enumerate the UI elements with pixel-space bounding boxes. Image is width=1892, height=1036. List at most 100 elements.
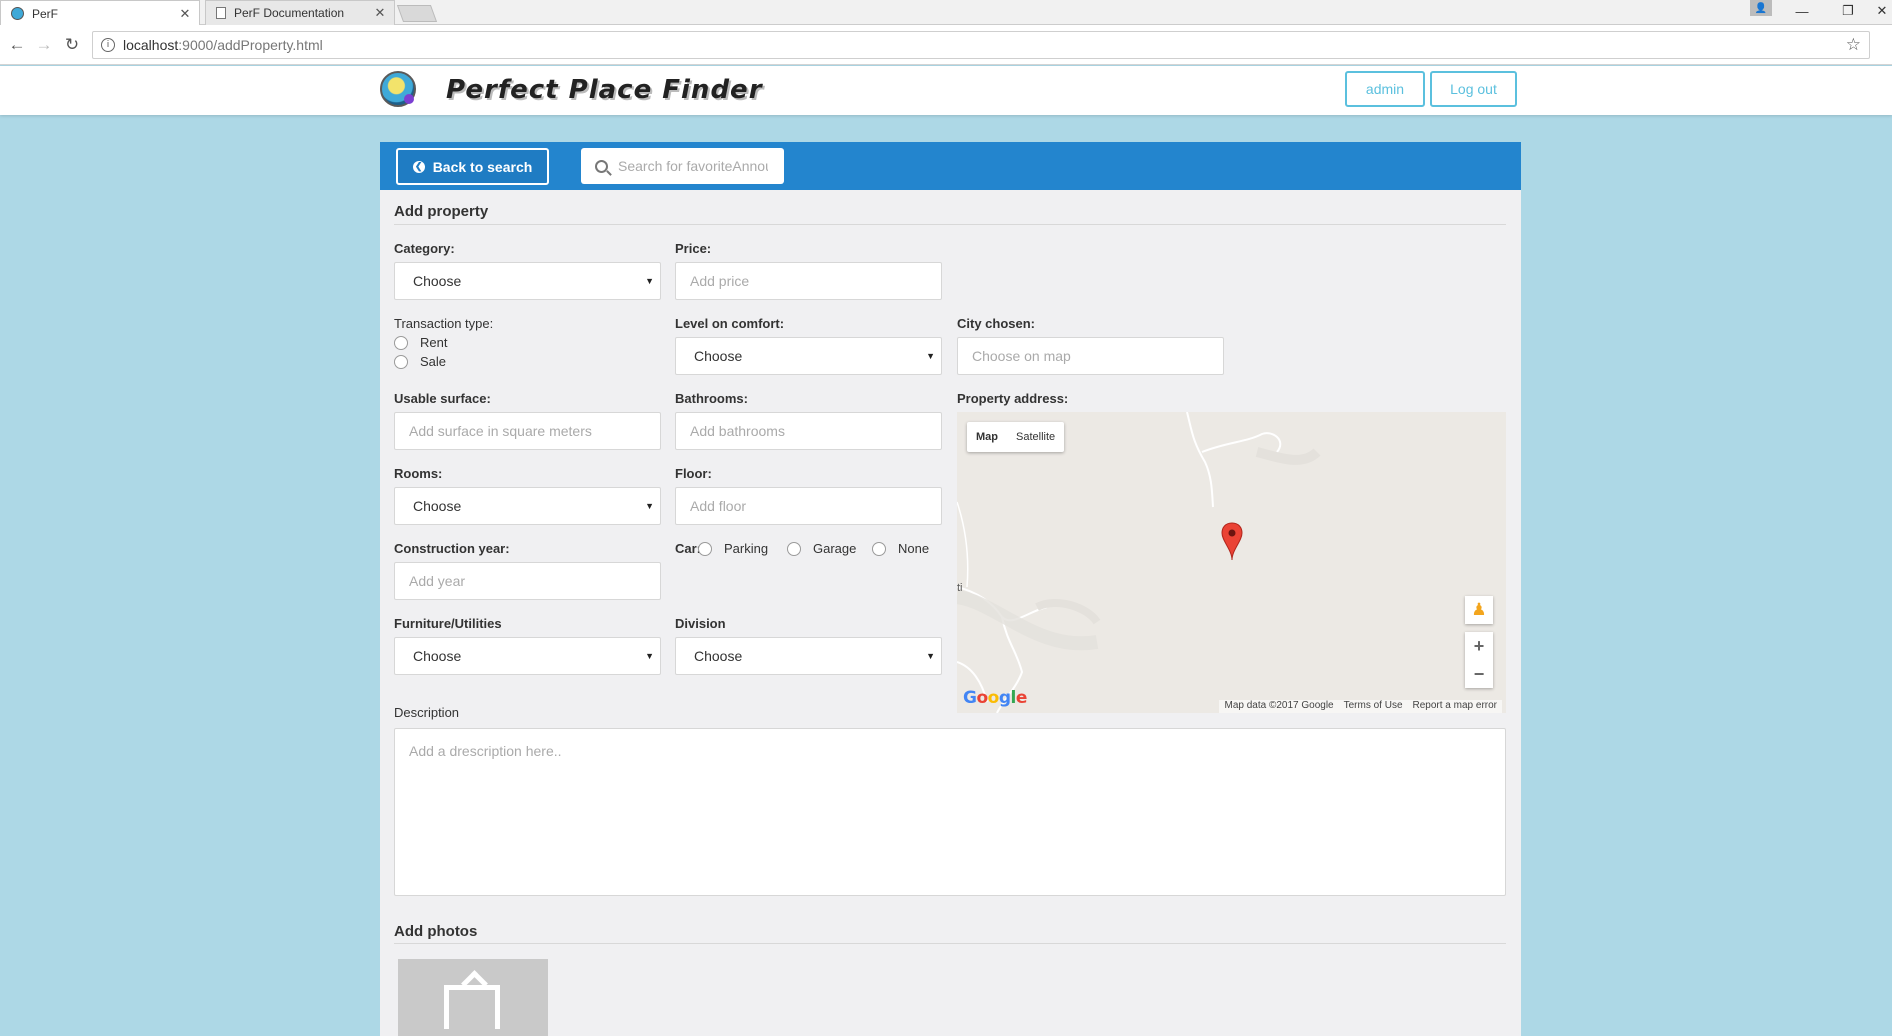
- none-label: None: [898, 541, 930, 556]
- rent-label: Rent: [420, 335, 448, 350]
- divider: [394, 943, 1506, 944]
- url-field[interactable]: i localhost:9000/addProperty.html ☆: [92, 31, 1870, 59]
- terms-of-use-link[interactable]: Terms of Use: [1339, 700, 1408, 713]
- tab-title: PerF: [32, 6, 59, 21]
- map-roads: [957, 412, 1321, 713]
- add-property-panel: ❮ Back to search Add property Category: …: [380, 142, 1521, 1036]
- address-label: Property address:: [957, 391, 1069, 406]
- city-label: City chosen:: [957, 316, 1036, 331]
- url-host: localhost: [123, 37, 179, 53]
- url-path: :9000/addProperty.html: [178, 37, 323, 53]
- restore-icon[interactable]: ❐: [1826, 0, 1870, 22]
- furniture-value: Choose: [413, 648, 462, 664]
- furniture-label: Furniture/Utilities: [394, 616, 502, 631]
- browser-tab-bar: PerF ✕ PerF Documentation ✕ 👤 — ❐ ✕: [0, 0, 1892, 26]
- bookmark-star-icon[interactable]: ☆: [1846, 35, 1861, 55]
- zoom-control: + −: [1465, 632, 1493, 688]
- map-place-label: ti: [957, 582, 963, 594]
- floor-label: Floor:: [675, 466, 712, 481]
- city-input[interactable]: Choose on map: [957, 337, 1224, 375]
- tab-title: PerF Documentation: [234, 6, 345, 20]
- close-icon[interactable]: ✕: [372, 5, 388, 21]
- logo-dot: [404, 94, 414, 104]
- tab-perf[interactable]: PerF ✕: [0, 0, 200, 26]
- garage-label: Garage: [813, 541, 857, 556]
- price-input[interactable]: Add price: [675, 262, 942, 300]
- favicon-icon: [11, 7, 24, 20]
- close-window-icon[interactable]: ✕: [1872, 0, 1892, 22]
- none-radio[interactable]: None: [872, 541, 929, 556]
- rooms-value: Choose: [413, 498, 462, 514]
- sale-radio[interactable]: Sale: [394, 354, 446, 369]
- logout-button[interactable]: Log out: [1430, 71, 1517, 107]
- transaction-type-label: Transaction type:: [394, 316, 494, 331]
- radio-icon[interactable]: [872, 541, 886, 556]
- description-label: Description: [394, 705, 460, 720]
- brand-title: Perfect Place Finder: [446, 75, 763, 105]
- surface-input[interactable]: Add surface in square meters: [394, 412, 661, 450]
- caret-down-icon: ▼: [645, 651, 654, 661]
- rent-radio[interactable]: Rent: [394, 335, 447, 350]
- caret-down-icon: ▼: [645, 501, 654, 511]
- garage-radio[interactable]: Garage: [787, 541, 856, 556]
- reload-icon[interactable]: ↻: [61, 34, 83, 56]
- add-photo-button[interactable]: [398, 959, 548, 1036]
- rooms-label: Rooms:: [394, 466, 443, 481]
- pegman-icon[interactable]: ♟: [1465, 596, 1493, 624]
- year-label: Construction year:: [394, 541, 510, 556]
- division-select[interactable]: Choose ▼: [675, 637, 942, 675]
- address-map[interactable]: ti Map Satellite ♟ + − Google Map data ©…: [957, 412, 1506, 713]
- search-box[interactable]: [581, 148, 784, 184]
- info-icon[interactable]: i: [101, 38, 115, 52]
- radio-icon[interactable]: [787, 541, 801, 556]
- search-input[interactable]: [618, 158, 768, 174]
- rooms-select[interactable]: Choose ▼: [394, 487, 661, 525]
- caret-down-icon: ▼: [926, 651, 935, 661]
- year-input[interactable]: Add year: [394, 562, 661, 600]
- minimize-icon[interactable]: —: [1780, 0, 1824, 22]
- map-type-satellite-button[interactable]: Satellite: [1007, 422, 1064, 452]
- comfort-value: Choose: [694, 348, 743, 364]
- map-type-map-button[interactable]: Map: [967, 422, 1007, 452]
- description-textarea[interactable]: Add a drescription here..: [394, 728, 1506, 896]
- parking-label: Parking: [724, 541, 769, 556]
- zoom-out-button[interactable]: −: [1465, 660, 1493, 688]
- radio-icon[interactable]: [394, 335, 408, 350]
- floor-input[interactable]: Add floor: [675, 487, 942, 525]
- map-marker-icon[interactable]: [1221, 522, 1243, 562]
- profile-icon[interactable]: 👤: [1750, 0, 1772, 16]
- admin-button[interactable]: admin: [1345, 71, 1425, 107]
- add-photos-title: Add photos: [394, 923, 478, 940]
- map-type-control: Map Satellite: [967, 422, 1065, 452]
- category-select[interactable]: Choose ▼: [394, 262, 661, 300]
- caret-down-icon: ▼: [926, 351, 935, 361]
- tab-perf-documentation[interactable]: PerF Documentation ✕: [205, 0, 395, 25]
- new-tab-button[interactable]: [396, 5, 438, 22]
- division-label: Division: [675, 616, 726, 631]
- search-icon: [595, 159, 608, 173]
- site-header: Perfect Place Finder admin Log out: [0, 66, 1892, 115]
- parking-radio[interactable]: Parking: [698, 541, 768, 556]
- bathrooms-input[interactable]: Add bathrooms: [675, 412, 942, 450]
- furniture-select[interactable]: Choose ▼: [394, 637, 661, 675]
- radio-icon[interactable]: [698, 541, 712, 556]
- panel-toolbar: ❮ Back to search: [380, 142, 1521, 190]
- back-arrow-icon[interactable]: ←: [6, 34, 28, 56]
- comfort-label: Level on comfort:: [675, 316, 785, 331]
- map-attribution: Map data ©2017 Google Terms of Use Repor…: [1219, 700, 1502, 713]
- comfort-select[interactable]: Choose ▼: [675, 337, 942, 375]
- division-value: Choose: [694, 648, 743, 664]
- forward-arrow-icon[interactable]: →: [33, 34, 55, 56]
- back-to-search-label: Back to search: [432, 158, 533, 175]
- radio-icon[interactable]: [394, 354, 408, 369]
- report-map-error-link[interactable]: Report a map error: [1408, 700, 1502, 713]
- close-icon[interactable]: ✕: [177, 6, 193, 22]
- map-data-text: Map data ©2017 Google: [1224, 700, 1334, 711]
- back-to-search-button[interactable]: ❮ Back to search: [396, 148, 549, 185]
- surface-label: Usable surface:: [394, 391, 491, 406]
- price-label: Price:: [675, 241, 712, 256]
- category-label: Category:: [394, 241, 455, 256]
- zoom-in-button[interactable]: +: [1465, 632, 1493, 660]
- image-icon: [444, 985, 500, 1029]
- address-bar: ← → ↻ i localhost:9000/addProperty.html …: [0, 25, 1892, 65]
